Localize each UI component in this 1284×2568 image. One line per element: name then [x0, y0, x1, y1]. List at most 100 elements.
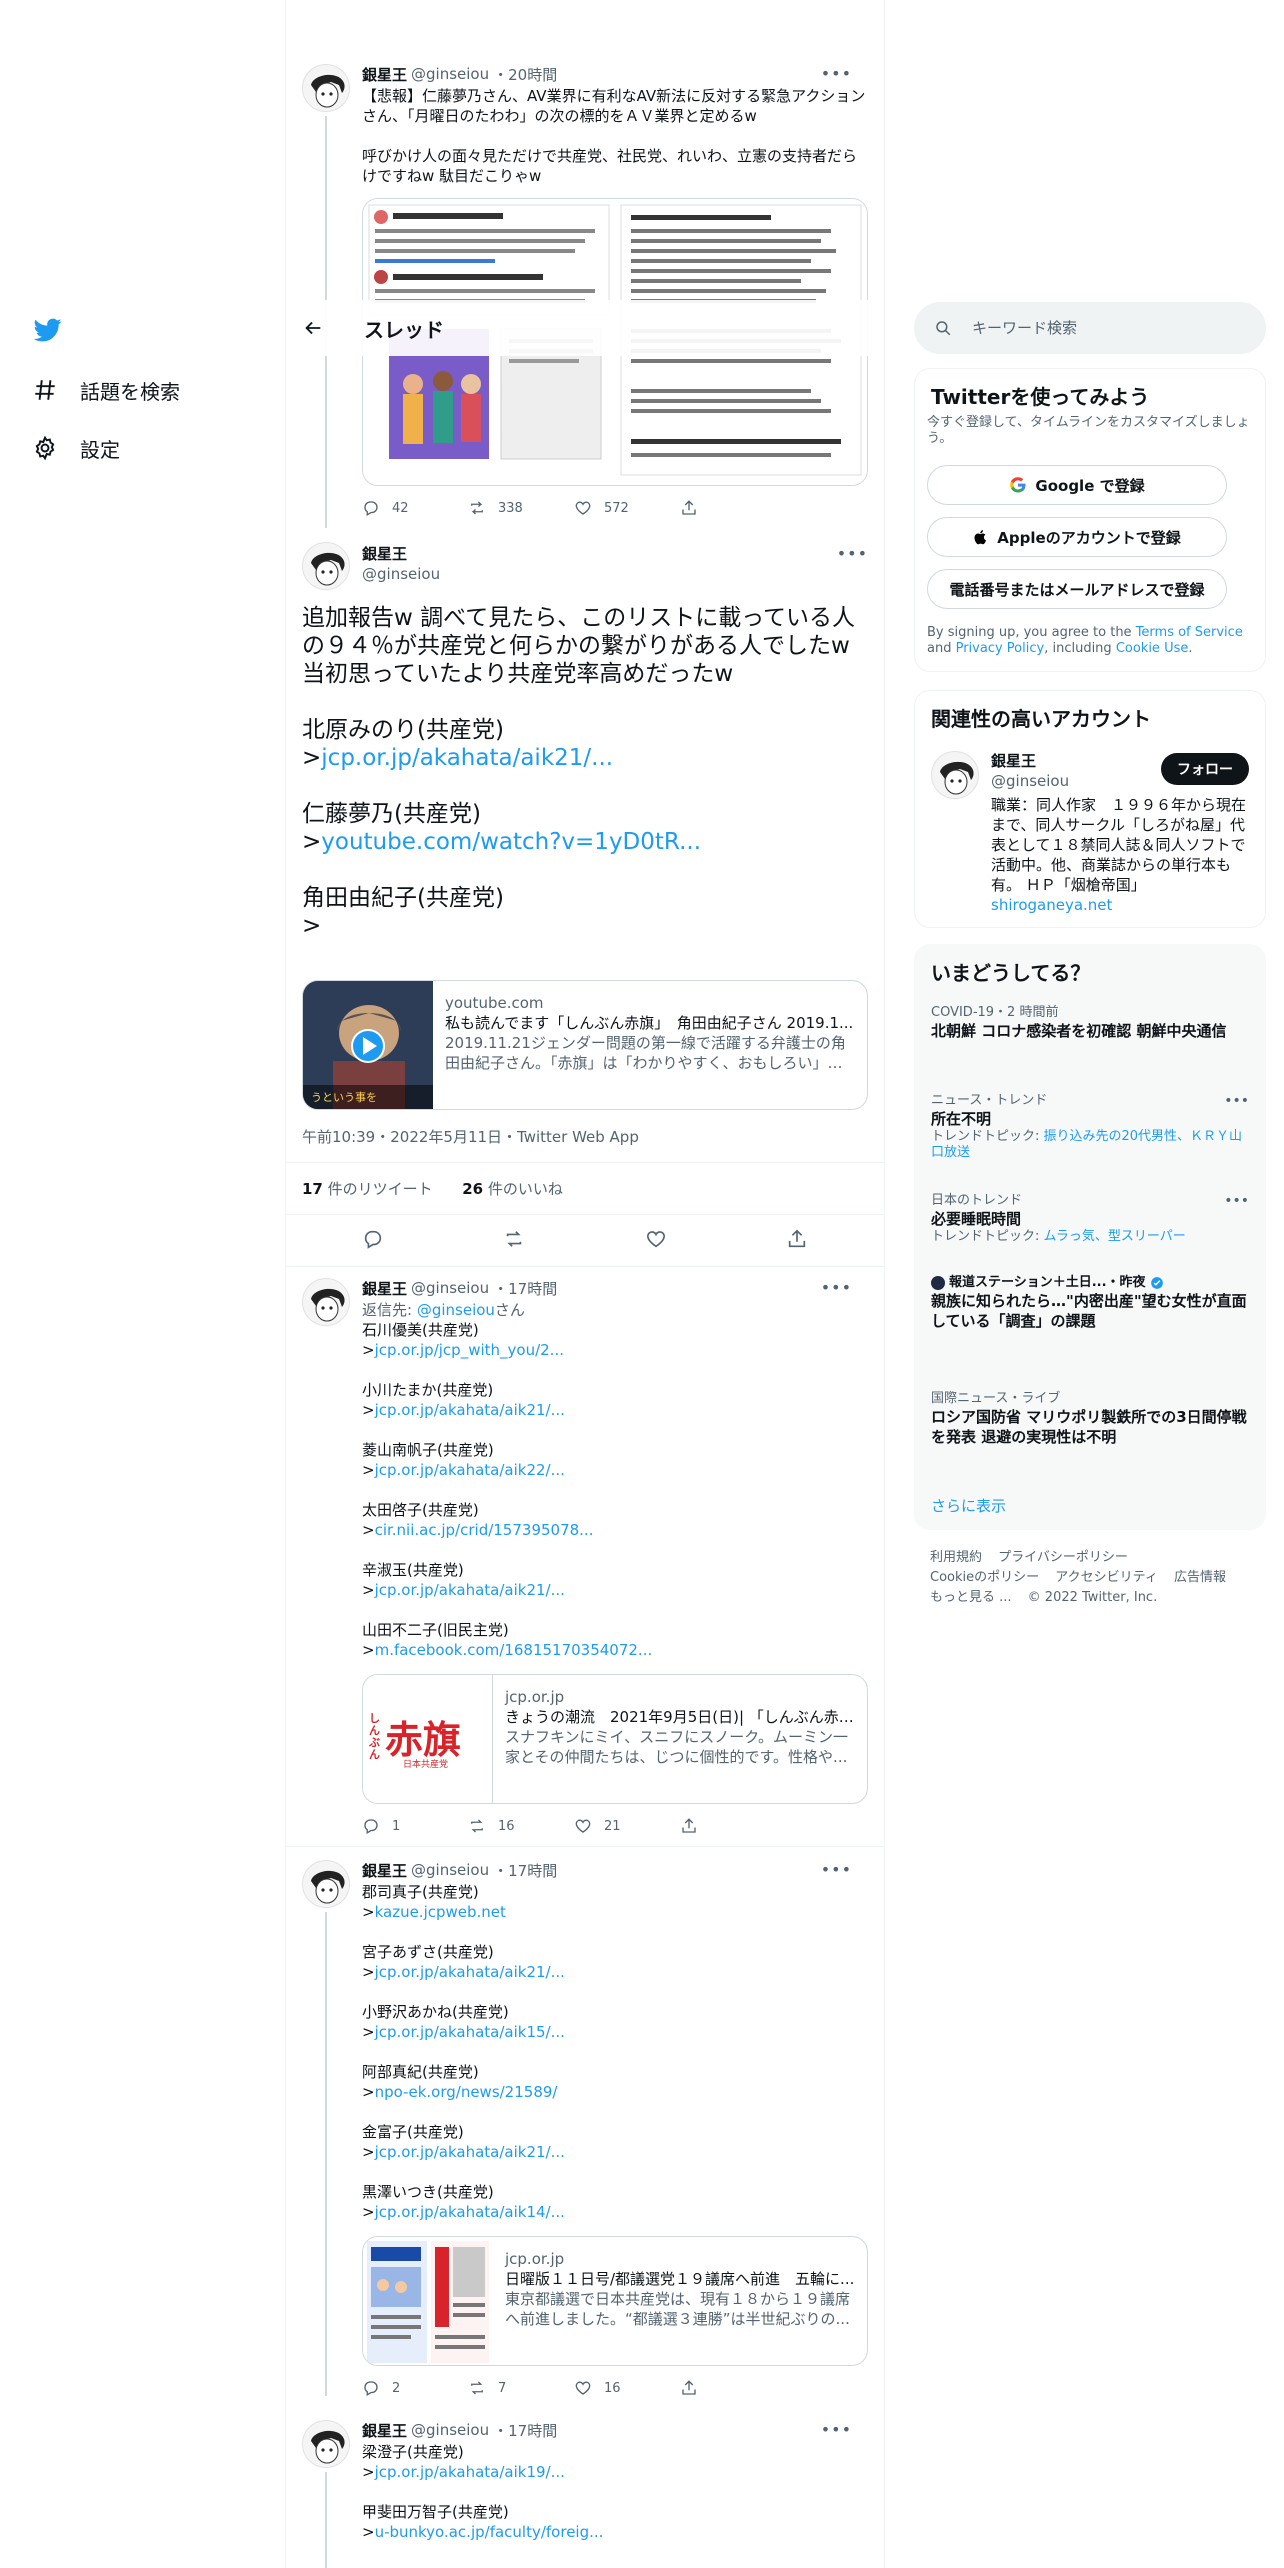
- show-more-link[interactable]: さらに表示: [931, 1495, 1006, 1516]
- tweet-link[interactable]: u-bunkyo.ac.jp/faculty/foreig...: [375, 2523, 604, 2541]
- footer-link[interactable]: アクセシビリティ: [1055, 1570, 1158, 1585]
- more-options-icon[interactable]: •••: [821, 1278, 852, 1297]
- bio-link[interactable]: shiroganeya.net: [991, 896, 1112, 914]
- retweet-button[interactable]: 7: [468, 2378, 574, 2398]
- trend-item[interactable]: 報道ステーション＋土日...・昨夜 親族に知られたら…"内密出産"望む女性が直面…: [931, 1275, 1249, 1331]
- reply-tweet[interactable]: 銀星王 @ginseiou ・17時間 ••• 郡司真子(共産党) >kazue…: [286, 1860, 884, 2400]
- tweet-link[interactable]: cir.nii.ac.jp/crid/157395078...: [375, 1521, 594, 1539]
- trend-item[interactable]: 国際ニュース・ライブ ロシア国防省 マリウポリ製鉄所での3日間停戦を発表 退避の…: [931, 1391, 1249, 1447]
- trend-item[interactable]: COVID-19・2 時間前 北朝鮮 コロナ感染者を初確認 朝鮮中央通信: [931, 1005, 1249, 1041]
- retweet-total[interactable]: 17: [302, 1180, 323, 1198]
- phone-email-signup-button[interactable]: 電話番号またはメールアドレスで登録: [927, 569, 1227, 609]
- like-button[interactable]: 16: [574, 2378, 680, 2398]
- footer-link[interactable]: Cookieのポリシー: [930, 1570, 1039, 1585]
- tweet-link[interactable]: jcp.or.jp/akahata/aik21/...: [375, 1581, 565, 1599]
- author-name[interactable]: 銀星王: [362, 544, 440, 564]
- reply-tweet[interactable]: 銀星王 @ginseiou ・17時間 ••• 梁澄子(共産党) >jcp.or…: [286, 2420, 884, 2568]
- tweet-link[interactable]: jcp.or.jp/jcp_with_you/2...: [375, 1341, 564, 1359]
- reply-button[interactable]: 1: [362, 1816, 468, 1836]
- tweet-link[interactable]: kazue.jcpweb.net: [375, 1903, 506, 1921]
- tweet-link[interactable]: jcp.or.jp/akahata/aik21/...: [321, 745, 613, 771]
- avatar[interactable]: [302, 1860, 350, 1908]
- author-handle[interactable]: @ginseiou: [411, 2421, 489, 2439]
- related-name[interactable]: 銀星王: [991, 751, 1069, 771]
- related-handle[interactable]: @ginseiou: [991, 771, 1069, 791]
- tweet-link[interactable]: jcp.or.jp/akahata/aik19/...: [375, 2463, 565, 2481]
- privacy-link[interactable]: Privacy Policy: [956, 641, 1045, 656]
- search-bar[interactable]: [914, 302, 1266, 354]
- reply-to-handle[interactable]: @ginseiou: [417, 1301, 495, 1319]
- more-options-icon[interactable]: •••: [1224, 1093, 1249, 1109]
- share-button[interactable]: [680, 498, 786, 518]
- retweet-button[interactable]: 338: [468, 498, 574, 518]
- more-options-icon[interactable]: •••: [821, 1860, 852, 1879]
- twitter-logo-icon[interactable]: [32, 316, 64, 344]
- author-handle[interactable]: @ginseiou: [411, 1861, 489, 1879]
- avatar[interactable]: [931, 751, 979, 799]
- more-options-icon[interactable]: •••: [821, 64, 852, 83]
- footer-link[interactable]: プライバシーポリシー: [998, 1550, 1128, 1565]
- tweet-time[interactable]: ・17時間: [493, 2420, 557, 2441]
- more-options-icon[interactable]: •••: [837, 544, 868, 563]
- reply-icon[interactable]: [362, 1228, 384, 1250]
- footer-link[interactable]: 広告情報: [1174, 1570, 1226, 1585]
- tweet-time[interactable]: ・20時間: [493, 64, 557, 85]
- author-name[interactable]: 銀星王: [362, 2420, 407, 2441]
- tweet-timestamp[interactable]: 午前10:39・2022年5月11日・Twitter Web App: [302, 1126, 639, 1147]
- trend-item[interactable]: ニュース・トレンド 所在不明 トレンドトピック: 振り込み先の20代男性、ＫＲＹ…: [931, 1093, 1249, 1161]
- author-handle[interactable]: @ginseiou: [411, 65, 489, 83]
- retweet-button[interactable]: 16: [468, 1816, 574, 1836]
- author-handle[interactable]: @ginseiou: [411, 1279, 489, 1297]
- share-button[interactable]: [680, 1816, 786, 1836]
- tweet-link[interactable]: jcp.or.jp/akahata/aik21/...: [375, 2143, 565, 2161]
- tweet-time[interactable]: ・17時間: [493, 1278, 557, 1299]
- avatar[interactable]: [302, 542, 350, 590]
- link-card[interactable]: うという事を youtube.com 私も読んでます「しんぶん赤旗」 角田由紀子…: [302, 980, 868, 1110]
- reply-count: 42: [392, 500, 409, 516]
- follow-button[interactable]: フォロー: [1161, 753, 1249, 785]
- back-arrow-icon[interactable]: [302, 317, 324, 339]
- settings-nav-item[interactable]: 設定: [32, 428, 120, 468]
- retweet-icon[interactable]: [503, 1228, 525, 1250]
- like-button[interactable]: 572: [574, 498, 680, 518]
- apple-signup-button[interactable]: Appleのアカウントで登録: [927, 517, 1227, 557]
- tweet-link[interactable]: m.facebook.com/16815170354072...: [375, 1641, 653, 1659]
- tweet-link[interactable]: youtube.com/watch?v=1yD0tR...: [321, 829, 701, 855]
- reply-button[interactable]: 2: [362, 2378, 468, 2398]
- explore-nav-item[interactable]: 話題を検索: [32, 370, 180, 410]
- avatar[interactable]: [302, 2420, 350, 2468]
- like-button[interactable]: 21: [574, 1816, 680, 1836]
- author-name[interactable]: 銀星王: [362, 1278, 407, 1299]
- footer-link[interactable]: もっと見る ...: [930, 1590, 1012, 1605]
- tweet-link[interactable]: jcp.or.jp/akahata/aik21/...: [375, 1963, 565, 1981]
- reply-tweet[interactable]: 銀星王 @ginseiou ・17時間 ••• 返信先: @ginseiouさん…: [286, 1278, 884, 1838]
- more-options-icon[interactable]: •••: [821, 2420, 852, 2439]
- tweet-link[interactable]: jcp.or.jp/akahata/aik22/...: [375, 1461, 565, 1479]
- avatar[interactable]: [302, 1278, 350, 1326]
- tweet-link[interactable]: jcp.or.jp/akahata/aik21/...: [375, 1401, 565, 1419]
- avatar[interactable]: [302, 64, 350, 112]
- share-button[interactable]: [680, 2378, 786, 2398]
- more-options-icon[interactable]: •••: [1224, 1193, 1249, 1209]
- link-card[interactable]: jcp.or.jp 日曜版１１日号/都議選党１９議席へ前進 五輪に... 東京都…: [362, 2236, 868, 2366]
- tweet-time[interactable]: ・17時間: [493, 1860, 557, 1881]
- like-total[interactable]: 26: [462, 1180, 483, 1198]
- trend-item[interactable]: 日本のトレンド 必要睡眠時間 トレンドトピック: ムラっ気、型スリーパー •••: [931, 1193, 1249, 1245]
- search-input[interactable]: [972, 319, 1252, 337]
- terms-link[interactable]: Terms of Service: [1136, 625, 1243, 640]
- author-handle[interactable]: @ginseiou: [362, 564, 440, 584]
- author-name[interactable]: 銀星王: [362, 64, 407, 85]
- parent-tweet[interactable]: 銀星王 @ginseiou ・20時間 ••• 【悲報】仁藤夢乃さん、AV業界に…: [286, 64, 884, 528]
- cookie-link[interactable]: Cookie Use: [1116, 641, 1189, 656]
- google-signup-button[interactable]: Google で登録: [927, 465, 1227, 505]
- author-name[interactable]: 銀星王: [362, 1860, 407, 1881]
- reply-button[interactable]: 42: [362, 498, 468, 518]
- tweet-link[interactable]: npo-ek.org/news/21589/: [375, 2083, 558, 2101]
- tweet-link[interactable]: jcp.or.jp/akahata/aik14/...: [375, 2203, 565, 2221]
- tweet-link[interactable]: jcp.or.jp/akahata/aik15/...: [375, 2023, 565, 2041]
- heart-icon[interactable]: [645, 1228, 667, 1250]
- link-card[interactable]: しんぶん 赤旗 日本共産党 jcp.or.jp きょうの潮流 2021年9月5日…: [362, 1674, 868, 1804]
- explore-label: 話題を検索: [80, 379, 180, 404]
- footer-link[interactable]: 利用規約: [930, 1550, 982, 1565]
- share-icon[interactable]: [786, 1228, 808, 1250]
